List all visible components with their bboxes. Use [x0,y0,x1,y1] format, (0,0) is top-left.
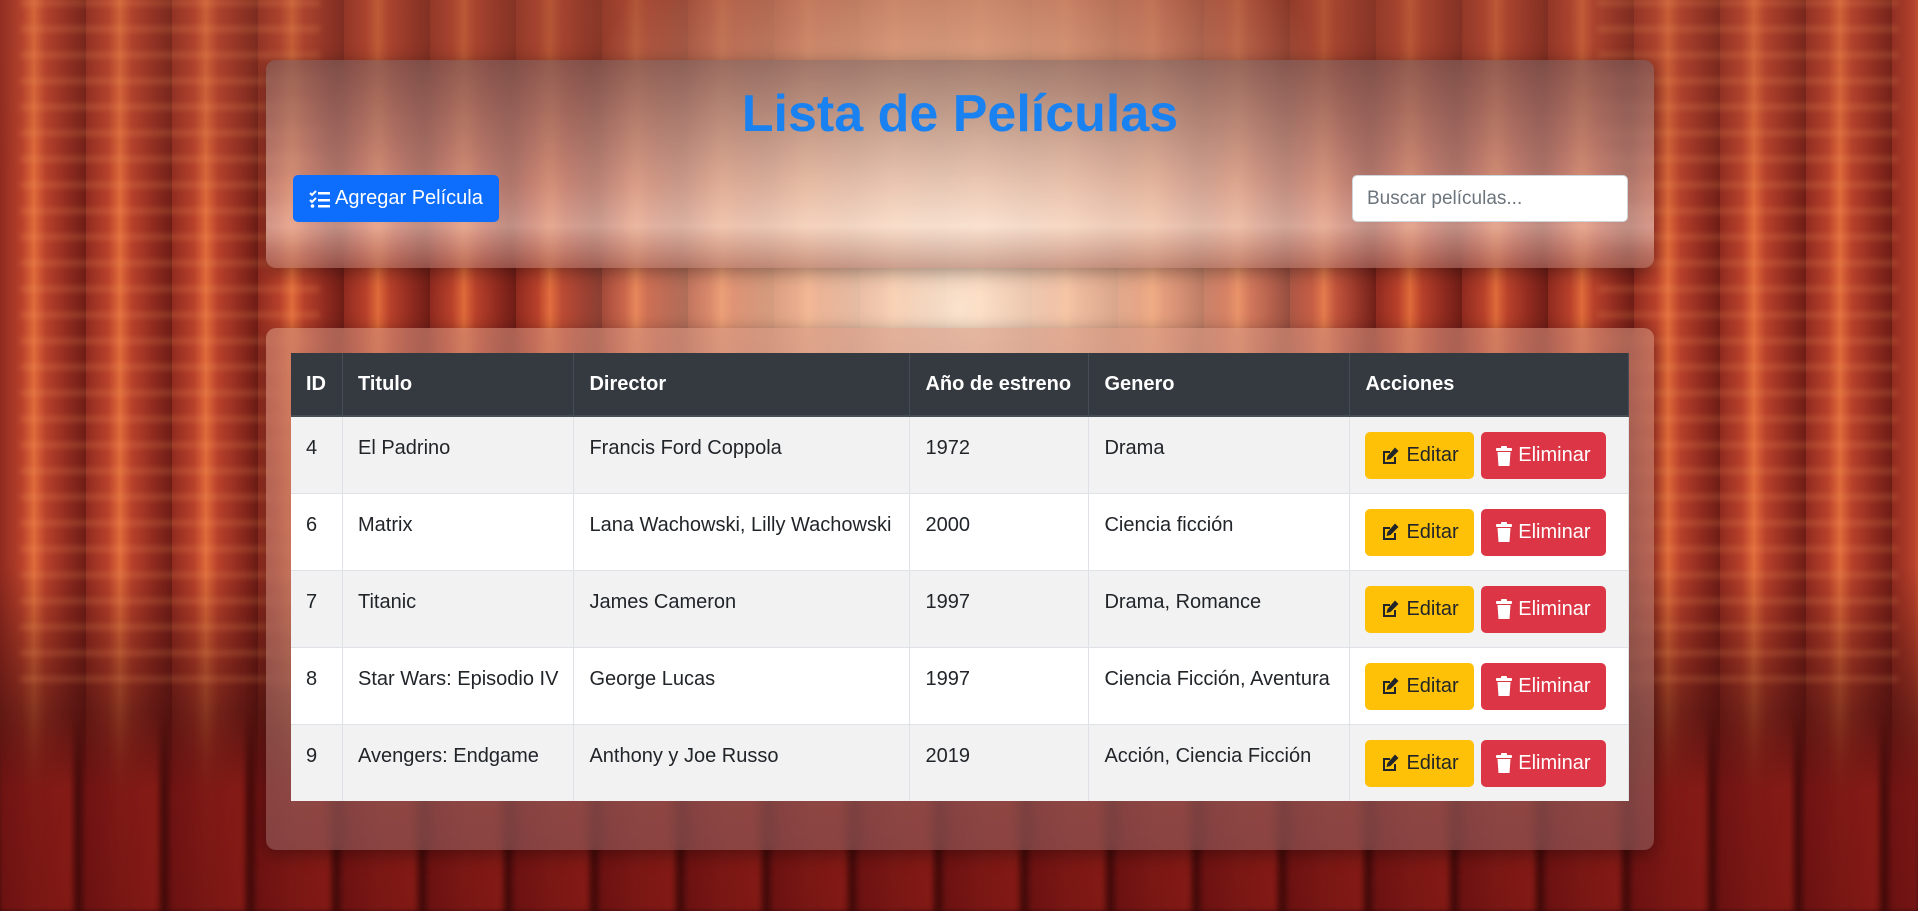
cell-id: 9 [291,723,343,801]
edit-button-label: Editar [1406,520,1459,543]
cell-titulo: Matrix [342,492,575,570]
cell-id: 4 [291,415,343,493]
search-input[interactable] [1352,175,1628,222]
delete-button-label: Eliminar [1518,751,1591,774]
edit-button-label: Editar [1406,597,1459,620]
table-row: 7 Titanic James Cameron 1997 Drama, Roma… [291,569,1629,647]
delete-button-label: Eliminar [1518,520,1591,543]
cell-director: Francis Ford Coppola [573,415,911,493]
cell-genero: Ciencia ficción [1088,492,1351,570]
cell-id: 8 [291,646,343,724]
table-row: 8 Star Wars: Episodio IV George Lucas 19… [291,646,1629,724]
edit-icon [1380,599,1400,619]
cell-genero: Drama, Romance [1088,569,1351,647]
cell-anio: 1997 [909,569,1090,647]
header-panel: Lista de Películas Agregar Película [266,60,1654,268]
delete-button-label: Eliminar [1518,597,1591,620]
edit-icon [1380,446,1400,466]
cell-director: James Cameron [573,569,911,647]
cell-director: Lana Wachowski, Lilly Wachowski [573,492,911,570]
column-header-titulo: Titulo [342,353,575,417]
cell-anio: 1972 [909,415,1090,493]
delete-button[interactable]: Eliminar [1481,508,1606,556]
edit-button[interactable]: Editar [1365,662,1474,710]
edit-icon [1380,676,1400,696]
edit-button-label: Editar [1406,751,1459,774]
edit-button[interactable]: Editar [1365,585,1474,633]
trash-icon [1496,522,1513,542]
delete-button[interactable]: Eliminar [1481,662,1606,710]
cell-id: 7 [291,569,343,647]
add-movie-button-label: Agregar Película [335,187,483,209]
cell-director: George Lucas [573,646,911,724]
column-header-genero: Genero [1088,353,1351,417]
edit-icon [1380,522,1400,542]
delete-button[interactable]: Eliminar [1481,432,1606,479]
delete-button-label: Eliminar [1518,444,1591,466]
delete-button[interactable]: Eliminar [1481,739,1606,787]
table-row: 6 Matrix Lana Wachowski, Lilly Wachowski… [291,492,1629,570]
edit-button[interactable]: Editar [1365,432,1474,479]
table-header-row: ID Titulo Director Año de estreno Genero… [291,353,1629,417]
cell-titulo: El Padrino [342,415,575,493]
cell-id: 6 [291,492,343,570]
cell-titulo: Star Wars: Episodio IV [342,646,575,724]
cell-anio: 2000 [909,492,1090,570]
edit-button-label: Editar [1406,674,1459,697]
cell-director: Anthony y Joe Russo [573,723,911,801]
cell-anio: 2019 [909,723,1090,801]
cell-acciones: Editar Eliminar [1349,415,1629,493]
trash-icon [1496,676,1513,696]
column-header-anio: Año de estreno [909,353,1090,417]
cell-acciones: Editar Eliminar [1349,569,1629,647]
movies-table: ID Titulo Director Año de estreno Genero… [291,353,1629,801]
cell-anio: 1997 [909,646,1090,724]
cell-acciones: Editar Eliminar [1349,646,1629,724]
cell-titulo: Titanic [342,569,575,647]
column-header-acciones: Acciones [1349,353,1629,417]
trash-icon [1496,599,1513,619]
page-title: Lista de Películas [741,85,1179,143]
cell-genero: Drama [1088,415,1351,493]
trash-icon [1496,753,1513,773]
edit-button[interactable]: Editar [1365,739,1474,787]
delete-button[interactable]: Eliminar [1481,585,1606,633]
add-movie-button[interactable]: Agregar Película [293,175,499,222]
cell-genero: Ciencia Ficción, Aventura [1088,646,1351,724]
cell-genero: Acción, Ciencia Ficción [1088,723,1351,801]
cell-acciones: Editar Eliminar [1349,492,1629,570]
edit-button[interactable]: Editar [1365,508,1474,556]
table-row: 9 Avengers: Endgame Anthony y Joe Russo … [291,723,1629,801]
table-panel: ID Titulo Director Año de estreno Genero… [266,328,1654,850]
column-header-id: ID [291,353,343,417]
delete-button-label: Eliminar [1518,674,1591,697]
cell-titulo: Avengers: Endgame [342,723,575,801]
cell-acciones: Editar Eliminar [1349,723,1629,801]
trash-icon [1496,445,1513,466]
list-check-icon [309,189,331,209]
table-row: 4 El Padrino Francis Ford Coppola 1972 D… [291,415,1629,493]
column-header-director: Director [573,353,911,417]
edit-icon [1380,753,1400,773]
edit-button-label: Editar [1406,444,1459,466]
